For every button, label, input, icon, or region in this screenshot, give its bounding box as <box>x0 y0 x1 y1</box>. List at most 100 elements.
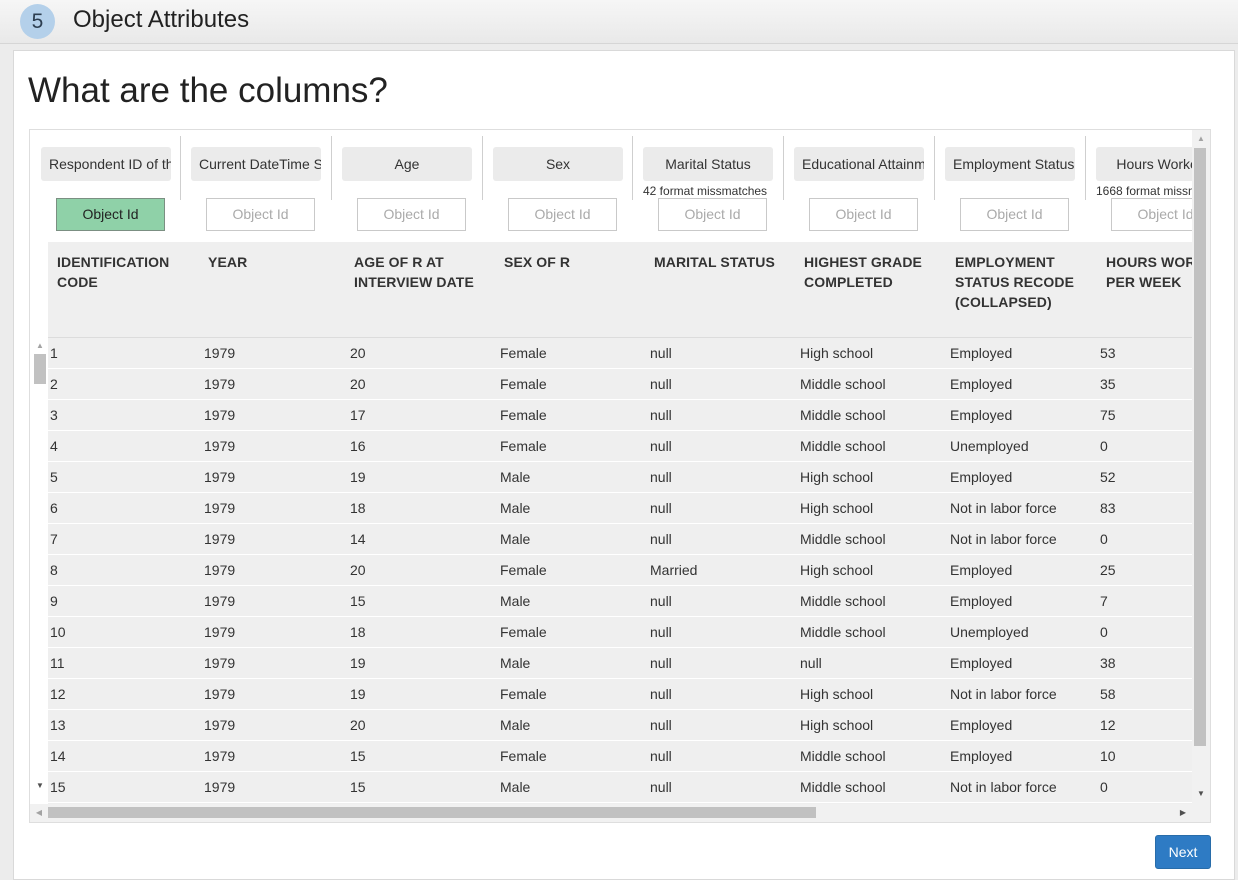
table-cell: Female <box>500 562 547 578</box>
table-cell: Employed <box>950 717 1013 733</box>
table-cell: Unemployed <box>950 438 1029 454</box>
column-attribute-4: Marital Status 42 format missmatches Objec… <box>632 130 782 240</box>
vertical-scrollbar-thumb[interactable] <box>1194 148 1206 746</box>
page-title: What are the columns? <box>28 71 388 110</box>
table-cell: 17 <box>350 407 366 423</box>
table-cell: null <box>650 531 672 547</box>
object-id-button[interactable]: Object Id <box>809 198 918 231</box>
table-cell: 1979 <box>204 748 236 764</box>
table-row: 2 1979 20 Female null Middle school Employed 35 <box>48 369 1192 400</box>
attribute-name-field[interactable]: Hours Worked <box>1096 147 1192 181</box>
column-divider[interactable] <box>331 136 332 200</box>
header-line: YEAR <box>208 254 248 270</box>
table-cell: High school <box>800 717 874 733</box>
table-cell: High school <box>800 469 874 485</box>
table-cell: Middle school <box>800 624 886 640</box>
object-id-button[interactable]: Object Id <box>357 198 466 231</box>
object-id-button[interactable]: Object Id <box>206 198 315 231</box>
table-cell: Male <box>500 531 531 547</box>
attribute-name-field[interactable]: Age <box>342 147 472 181</box>
table-cell: 19 <box>350 655 366 671</box>
object-id-button[interactable]: Object Id <box>508 198 617 231</box>
table-cell: High school <box>800 562 874 578</box>
attribute-name-field[interactable]: Educational Attainment <box>794 147 924 181</box>
table-cell: null <box>800 655 822 671</box>
attribute-name-field[interactable]: Sex <box>493 147 623 181</box>
object-id-button[interactable]: Object Id <box>960 198 1069 231</box>
scroll-down-icon[interactable]: ▼ <box>1193 786 1209 802</box>
next-button[interactable]: Next <box>1155 835 1211 869</box>
column-attribute-1: Current DateTime Sur Object Id <box>180 130 330 240</box>
format-mismatch-note: 42 format missmatches <box>643 184 768 198</box>
column-divider[interactable] <box>180 136 181 200</box>
table-cell: 15 <box>50 779 66 795</box>
table-cell: Male <box>500 500 531 516</box>
table-cell: 16 <box>350 438 366 454</box>
table-cell: Male <box>500 655 531 671</box>
table-cell: 1979 <box>204 686 236 702</box>
column-divider[interactable] <box>934 136 935 200</box>
object-id-button[interactable]: Object Id <box>658 198 767 231</box>
column-attribute-6: Employment Status Object Id <box>934 130 1084 240</box>
table-cell: 8 <box>50 562 58 578</box>
horizontal-scrollbar-thumb[interactable] <box>48 807 816 818</box>
table-cell: 15 <box>350 593 366 609</box>
table-cell: 18 <box>350 500 366 516</box>
table-cell: 25 <box>1100 562 1116 578</box>
table-cell: 6 <box>50 500 58 516</box>
table-cell: null <box>650 407 672 423</box>
scroll-down-icon[interactable]: ▼ <box>32 778 48 794</box>
attribute-name-field[interactable]: Current DateTime Sur <box>191 147 321 181</box>
column-divider[interactable] <box>1085 136 1086 200</box>
table-cell: null <box>650 779 672 795</box>
column-divider[interactable] <box>783 136 784 200</box>
table-cell: Middle school <box>800 593 886 609</box>
scroll-left-icon[interactable]: ◀ <box>31 805 47 821</box>
table-cell: Not in labor force <box>950 779 1057 795</box>
header-line: CODE <box>57 274 98 290</box>
scroll-right-icon[interactable]: ▶ <box>1175 805 1191 821</box>
table-row: 10 1979 18 Female null Middle school Unemploye… <box>48 617 1192 648</box>
table-cell: null <box>650 469 672 485</box>
header-line: HOURS WORKED <box>1106 254 1192 270</box>
attribute-name-field[interactable]: Respondent ID of the N <box>41 147 171 181</box>
table-row: 3 1979 17 Female null Middle school Employed 75 <box>48 400 1192 431</box>
data-column-header-0: IDENTIFICATION CODE <box>57 252 197 292</box>
header-line: STATUS RECODE <box>955 274 1075 290</box>
header-line: PER WEEK <box>1106 274 1182 290</box>
row-scrollbar[interactable]: ▲ ▼ <box>32 338 46 798</box>
table-row: 15 1979 15 Male null Middle school Not in labo… <box>48 772 1192 803</box>
table-cell: Female <box>500 686 547 702</box>
table-cell: 75 <box>1100 407 1116 423</box>
vertical-scrollbar[interactable]: ▲ ▼ <box>1192 130 1210 804</box>
table-cell: Employed <box>950 562 1013 578</box>
table-cell: Middle school <box>800 779 886 795</box>
row-scrollbar-thumb[interactable] <box>34 354 46 384</box>
table-cell: 52 <box>1100 469 1116 485</box>
table-cell: Male <box>500 779 531 795</box>
object-id-button[interactable]: Object Id <box>56 198 165 231</box>
table-cell: null <box>650 624 672 640</box>
table-cell: 15 <box>350 779 366 795</box>
table-cell: null <box>650 748 672 764</box>
data-column-header-7: HOURS WORKED PER WEEK <box>1106 252 1192 292</box>
table-row: 6 1979 18 Male null High school Not in labor f… <box>48 493 1192 524</box>
table-cell: 1979 <box>204 717 236 733</box>
step-number-badge: 5 <box>20 4 55 39</box>
table-cell: 0 <box>1100 438 1108 454</box>
table-cell: Not in labor force <box>950 686 1057 702</box>
scroll-up-icon[interactable]: ▲ <box>1193 131 1209 147</box>
object-id-button[interactable]: Object Id <box>1111 198 1192 231</box>
table-row: 5 1979 19 Male null High school Employed 52 <box>48 462 1192 493</box>
table-cell: 1979 <box>204 407 236 423</box>
attribute-name-field[interactable]: Marital Status <box>643 147 773 181</box>
table-cell: Female <box>500 407 547 423</box>
table-cell: 53 <box>1100 345 1116 361</box>
table-cell: 12 <box>1100 717 1116 733</box>
column-divider[interactable] <box>482 136 483 200</box>
scroll-up-icon[interactable]: ▲ <box>32 338 48 354</box>
attribute-name-field[interactable]: Employment Status <box>945 147 1075 181</box>
column-divider[interactable] <box>632 136 633 200</box>
data-grid: Respondent ID of the NObject IdCurrent D… <box>29 129 1211 823</box>
horizontal-scrollbar[interactable]: ◀ ▶ <box>30 804 1210 822</box>
